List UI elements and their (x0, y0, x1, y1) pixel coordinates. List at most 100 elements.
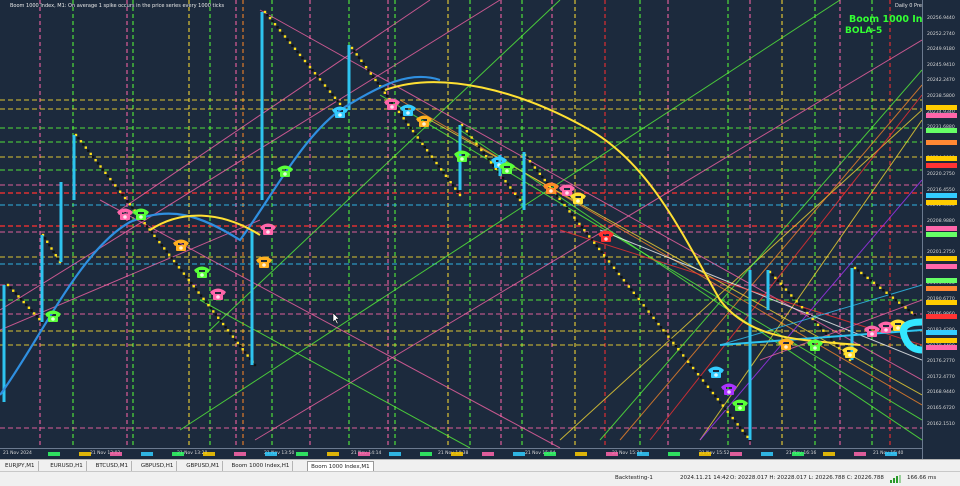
decay-bar (241, 348, 244, 351)
decay-bar (894, 298, 898, 302)
chart-tab[interactable]: EURUSD,H1 (47, 461, 87, 471)
decay-bar (706, 385, 710, 388)
decay-bar (243, 351, 247, 354)
price-label: 20249.9180 (927, 47, 955, 53)
decay-bar (792, 297, 796, 300)
decay-bar (9, 286, 12, 290)
time-marker (203, 452, 215, 456)
decay-bar (477, 145, 481, 149)
chart-tab[interactable]: Boom 1000 Index,H1 (229, 461, 294, 471)
price-level-tag (926, 232, 957, 237)
telephone-icon (173, 239, 189, 251)
decay-bar (724, 407, 727, 410)
price-label: 20245.9410 (927, 62, 955, 68)
decay-bar (153, 234, 156, 238)
decay-bar (432, 158, 436, 162)
decay-bar (516, 195, 519, 199)
decay-bar (145, 225, 149, 228)
decay-bar (659, 326, 663, 329)
decay-bar (726, 410, 729, 414)
telephone-icon (864, 325, 880, 337)
price-scale[interactable]: 20256.9440 20252.2740 20249.9180 20245.9410… (922, 0, 960, 459)
price-level-tag (926, 226, 957, 231)
decay-bar (746, 435, 749, 439)
decay-bar (96, 162, 100, 165)
time-scale[interactable]: 21 Nov 2024 21 Nov 13:02 21 Nov 13:28 21 No… (0, 448, 922, 459)
decay-bar (822, 329, 825, 332)
decay-bar (578, 222, 581, 226)
time-marker (389, 452, 401, 456)
decay-bar (423, 145, 426, 149)
decay-bar (531, 163, 534, 166)
chart-tab[interactable]: GBPUSD,H1 (138, 461, 178, 471)
decay-bar (128, 203, 132, 206)
decay-bar (397, 110, 401, 114)
decay-bar (131, 206, 134, 209)
telephone-icon (133, 208, 149, 220)
decay-bar (407, 123, 410, 126)
decay-bar (652, 316, 655, 320)
decay-bar (694, 369, 697, 373)
decay-bar (350, 46, 354, 50)
decay-bar (296, 50, 299, 54)
decay-bar (819, 326, 822, 329)
decay-bar (123, 196, 127, 200)
decay-bar (509, 186, 512, 189)
decay-bar (489, 161, 493, 164)
price-level-tag (926, 345, 957, 350)
decay-bar (615, 269, 618, 273)
decay-bar (835, 344, 838, 347)
decay-bar (814, 320, 817, 324)
decay-bar (276, 26, 279, 29)
decay-bar (278, 29, 282, 32)
decay-bar (853, 266, 857, 270)
decay-bar (374, 78, 377, 82)
decay-bar (649, 313, 653, 316)
decay-bar (6, 283, 10, 287)
decay-bar (784, 288, 788, 291)
chart-tab[interactable]: BTCUSD,M1 (93, 461, 132, 471)
decay-bar (679, 351, 682, 354)
signal-bars-icon (890, 475, 904, 485)
decay-bar (32, 312, 36, 315)
time-label: 21 Nov 2024 (3, 451, 32, 456)
decay-bar (409, 126, 412, 130)
decay-bar (898, 301, 901, 304)
status-bar: Backtesting-1 2024.11.21 14:42 O: 20228.… (0, 471, 960, 486)
decay-bar (711, 391, 715, 395)
time-marker (265, 452, 277, 456)
time-marker (699, 452, 711, 456)
decay-bar (622, 279, 626, 282)
decay-bar (246, 354, 249, 357)
decay-bar (662, 329, 665, 332)
decay-bar (816, 323, 820, 326)
telephone-icon (842, 346, 858, 358)
time-marker (575, 452, 587, 456)
decay-bar (293, 47, 297, 50)
decay-bar (798, 303, 801, 306)
decay-bar (43, 237, 47, 240)
chart-area[interactable]: Boom 1000 Index, M1: On average 1 spike … (0, 0, 960, 459)
decay-bar (565, 207, 569, 210)
decay-bar (684, 357, 687, 360)
price-level-tag (926, 163, 957, 168)
decay-bar (632, 291, 635, 295)
chart-canvas[interactable] (0, 0, 922, 448)
decay-bar (882, 289, 885, 292)
price-label: 20162.1510 (927, 421, 955, 427)
decay-bar (654, 319, 658, 323)
price-level-tag (926, 200, 957, 205)
telephone-icon (732, 399, 748, 411)
chart-tab[interactable]: EURJPY,M1 (2, 461, 39, 471)
price-label: 20201.2750 (927, 250, 955, 255)
trend-line (619, 84, 922, 441)
decay-bar (440, 168, 443, 171)
decay-bar (472, 139, 476, 142)
decay-bar (214, 313, 217, 316)
price-level-tag (926, 105, 957, 110)
decay-bar (52, 250, 55, 254)
decay-bar (863, 274, 866, 277)
chart-tab[interactable]: GBPUSD,M1 (183, 461, 224, 471)
decay-bar (46, 240, 49, 243)
decay-bar (87, 149, 90, 152)
